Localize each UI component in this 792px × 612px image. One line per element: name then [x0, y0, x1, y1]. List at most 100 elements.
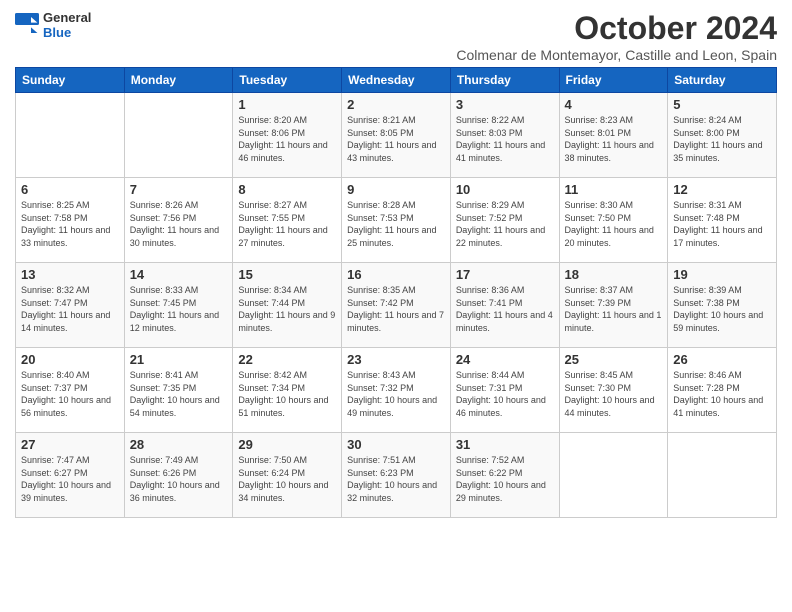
logo: General Blue: [15, 10, 91, 40]
day-info: Sunrise: 8:41 AM Sunset: 7:35 PM Dayligh…: [130, 369, 228, 419]
title-section: October 2024 Colmenar de Montemayor, Cas…: [456, 10, 777, 63]
day-number: 23: [347, 352, 445, 367]
logo-blue-text: Blue: [43, 25, 91, 40]
calendar-day: 1 Sunrise: 8:20 AM Sunset: 8:06 PM Daylig…: [233, 93, 342, 178]
day-header-monday: Monday: [124, 68, 233, 93]
calendar-day: 17 Sunrise: 8:36 AM Sunset: 7:41 PM Dayli…: [450, 263, 559, 348]
calendar-day: 13Sunrise: 8:32 AM Sunset: 7:47 PM Dayli…: [16, 263, 125, 348]
day-number: 12: [673, 182, 771, 197]
day-info: Sunrise: 8:37 AM Sunset: 7:39 PM Dayligh…: [565, 284, 663, 334]
calendar-day: 19Sunrise: 8:39 AM Sunset: 7:38 PM Dayli…: [668, 263, 777, 348]
day-info: Sunrise: 7:47 AM Sunset: 6:27 PM Dayligh…: [21, 454, 119, 504]
calendar-body: 1 Sunrise: 8:20 AM Sunset: 8:06 PM Daylig…: [16, 93, 777, 518]
logo-text: General Blue: [43, 10, 91, 40]
day-number: 6: [21, 182, 119, 197]
week-row-4: 20Sunrise: 8:40 AM Sunset: 7:37 PM Dayli…: [16, 348, 777, 433]
day-number: 21: [130, 352, 228, 367]
page: General Blue October 2024 Colmenar de Mo…: [0, 0, 792, 612]
day-number: 26: [673, 352, 771, 367]
week-row-5: 27 Sunrise: 7:47 AM Sunset: 6:27 PM Dayli…: [16, 433, 777, 518]
day-number: 22: [238, 352, 336, 367]
calendar-day: 7Sunrise: 8:26 AM Sunset: 7:56 PM Daylig…: [124, 178, 233, 263]
calendar-day: 2 Sunrise: 8:21 AM Sunset: 8:05 PM Daylig…: [342, 93, 451, 178]
day-info: Sunrise: 8:21 AM Sunset: 8:05 PM Dayligh…: [347, 114, 445, 164]
calendar-day: 29 Sunrise: 7:50 AM Sunset: 6:24 PM Dayli…: [233, 433, 342, 518]
day-info: Sunrise: 7:49 AM Sunset: 6:26 PM Dayligh…: [130, 454, 228, 504]
day-number: 16: [347, 267, 445, 282]
day-header-saturday: Saturday: [668, 68, 777, 93]
calendar-day: 10Sunrise: 8:29 AM Sunset: 7:52 PM Dayli…: [450, 178, 559, 263]
day-info: Sunrise: 8:24 AM Sunset: 8:00 PM Dayligh…: [673, 114, 771, 164]
calendar-day: [124, 93, 233, 178]
calendar-day: 15 Sunrise: 8:34 AM Sunset: 7:44 PM Dayli…: [233, 263, 342, 348]
day-number: 31: [456, 437, 554, 452]
day-info: Sunrise: 8:26 AM Sunset: 7:56 PM Dayligh…: [130, 199, 228, 249]
calendar-day: 28 Sunrise: 7:49 AM Sunset: 6:26 PM Dayli…: [124, 433, 233, 518]
day-info: Sunrise: 8:22 AM Sunset: 8:03 PM Dayligh…: [456, 114, 554, 164]
calendar-day: [16, 93, 125, 178]
calendar-day: 21 Sunrise: 8:41 AM Sunset: 7:35 PM Dayli…: [124, 348, 233, 433]
day-number: 24: [456, 352, 554, 367]
day-number: 25: [565, 352, 663, 367]
header-row: SundayMondayTuesdayWednesdayThursdayFrid…: [16, 68, 777, 93]
day-info: Sunrise: 7:52 AM Sunset: 6:22 PM Dayligh…: [456, 454, 554, 504]
day-info: Sunrise: 7:50 AM Sunset: 6:24 PM Dayligh…: [238, 454, 336, 504]
calendar-day: 31 Sunrise: 7:52 AM Sunset: 6:22 PM Dayli…: [450, 433, 559, 518]
day-info: Sunrise: 8:34 AM Sunset: 7:44 PM Dayligh…: [238, 284, 336, 334]
day-number: 4: [565, 97, 663, 112]
calendar-table: SundayMondayTuesdayWednesdayThursdayFrid…: [15, 67, 777, 518]
calendar-day: 4 Sunrise: 8:23 AM Sunset: 8:01 PM Daylig…: [559, 93, 668, 178]
day-number: 29: [238, 437, 336, 452]
day-info: Sunrise: 8:43 AM Sunset: 7:32 PM Dayligh…: [347, 369, 445, 419]
day-header-tuesday: Tuesday: [233, 68, 342, 93]
day-number: 1: [238, 97, 336, 112]
day-number: 28: [130, 437, 228, 452]
calendar-day: 14 Sunrise: 8:33 AM Sunset: 7:45 PM Dayli…: [124, 263, 233, 348]
day-info: Sunrise: 8:45 AM Sunset: 7:30 PM Dayligh…: [565, 369, 663, 419]
day-header-wednesday: Wednesday: [342, 68, 451, 93]
day-number: 15: [238, 267, 336, 282]
day-number: 20: [21, 352, 119, 367]
calendar-day: 3Sunrise: 8:22 AM Sunset: 8:03 PM Daylig…: [450, 93, 559, 178]
day-info: Sunrise: 8:46 AM Sunset: 7:28 PM Dayligh…: [673, 369, 771, 419]
day-info: Sunrise: 8:30 AM Sunset: 7:50 PM Dayligh…: [565, 199, 663, 249]
main-title: October 2024: [456, 10, 777, 47]
calendar-day: 11 Sunrise: 8:30 AM Sunset: 7:50 PM Dayli…: [559, 178, 668, 263]
day-number: 10: [456, 182, 554, 197]
calendar-day: 25 Sunrise: 8:45 AM Sunset: 7:30 PM Dayli…: [559, 348, 668, 433]
day-info: Sunrise: 8:27 AM Sunset: 7:55 PM Dayligh…: [238, 199, 336, 249]
day-info: Sunrise: 8:44 AM Sunset: 7:31 PM Dayligh…: [456, 369, 554, 419]
day-number: 27: [21, 437, 119, 452]
day-info: Sunrise: 8:31 AM Sunset: 7:48 PM Dayligh…: [673, 199, 771, 249]
calendar-day: 8Sunrise: 8:27 AM Sunset: 7:55 PM Daylig…: [233, 178, 342, 263]
day-info: Sunrise: 8:33 AM Sunset: 7:45 PM Dayligh…: [130, 284, 228, 334]
calendar-day: 26 Sunrise: 8:46 AM Sunset: 7:28 PM Dayli…: [668, 348, 777, 433]
calendar-day: 22 Sunrise: 8:42 AM Sunset: 7:34 PM Dayli…: [233, 348, 342, 433]
calendar-day: 23 Sunrise: 8:43 AM Sunset: 7:32 PM Dayli…: [342, 348, 451, 433]
day-number: 11: [565, 182, 663, 197]
day-number: 2: [347, 97, 445, 112]
calendar-day: [559, 433, 668, 518]
logo-general-text: General: [43, 10, 91, 25]
day-number: 14: [130, 267, 228, 282]
subtitle: Colmenar de Montemayor, Castille and Leo…: [456, 47, 777, 63]
day-number: 17: [456, 267, 554, 282]
day-header-friday: Friday: [559, 68, 668, 93]
day-header-thursday: Thursday: [450, 68, 559, 93]
calendar-day: 12 Sunrise: 8:31 AM Sunset: 7:48 PM Dayli…: [668, 178, 777, 263]
day-info: Sunrise: 8:36 AM Sunset: 7:41 PM Dayligh…: [456, 284, 554, 334]
day-info: Sunrise: 8:23 AM Sunset: 8:01 PM Dayligh…: [565, 114, 663, 164]
day-info: Sunrise: 8:20 AM Sunset: 8:06 PM Dayligh…: [238, 114, 336, 164]
logo-icon: [15, 13, 39, 37]
calendar-day: [668, 433, 777, 518]
calendar-day: 27 Sunrise: 7:47 AM Sunset: 6:27 PM Dayli…: [16, 433, 125, 518]
calendar-day: 16Sunrise: 8:35 AM Sunset: 7:42 PM Dayli…: [342, 263, 451, 348]
day-number: 13: [21, 267, 119, 282]
calendar-header: SundayMondayTuesdayWednesdayThursdayFrid…: [16, 68, 777, 93]
day-info: Sunrise: 8:42 AM Sunset: 7:34 PM Dayligh…: [238, 369, 336, 419]
calendar-day: 30Sunrise: 7:51 AM Sunset: 6:23 PM Dayli…: [342, 433, 451, 518]
day-info: Sunrise: 7:51 AM Sunset: 6:23 PM Dayligh…: [347, 454, 445, 504]
day-number: 19: [673, 267, 771, 282]
calendar-day: 20Sunrise: 8:40 AM Sunset: 7:37 PM Dayli…: [16, 348, 125, 433]
day-number: 9: [347, 182, 445, 197]
